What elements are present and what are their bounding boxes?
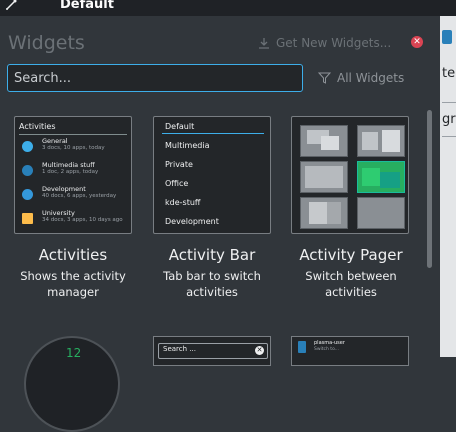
widget-card-activities[interactable]: Activities General 3 docs, 10 apps, toda…	[14, 116, 132, 234]
tab-item: Private	[165, 160, 193, 169]
tab-item: Default	[165, 122, 195, 131]
folder-icon	[22, 213, 33, 224]
widget-card-activity-bar[interactable]: Default Multimedia Private Office kde-st…	[153, 116, 271, 234]
search-field[interactable]	[7, 64, 303, 92]
pager-desktop	[357, 125, 405, 157]
divider	[442, 102, 456, 103]
pager-desktop-active	[357, 161, 405, 193]
list-item: General 3 docs, 10 apps, today	[20, 137, 130, 155]
widget-description: Tab bar to switch activities	[163, 269, 261, 299]
close-icon[interactable]: ✕	[411, 36, 423, 48]
clear-icon: ✕	[255, 346, 264, 355]
notification-title: plasma-user	[314, 340, 345, 346]
edit-mode-icon[interactable]	[4, 0, 18, 12]
filter-label: All Widgets	[337, 71, 405, 85]
scrollbar[interactable]	[427, 110, 432, 268]
notification-subtitle: Switch to...	[314, 347, 340, 352]
activity-name: Development	[42, 185, 86, 193]
download-icon	[259, 38, 269, 49]
get-new-widgets-button[interactable]: Get New Widgets...	[258, 35, 391, 51]
widget-name: Activity Bar	[168, 246, 256, 264]
app-icon	[442, 30, 452, 44]
clock-numeral: 12	[66, 346, 82, 360]
activity-name: General	[42, 137, 68, 145]
list-item: University 34 docs, 3 apps, 10 days ago	[20, 209, 130, 227]
tab-item: kde-stuff	[165, 198, 201, 207]
background-text: gr	[442, 112, 456, 127]
list-item: Development 40 docs, 6 apps, yesterday	[20, 185, 130, 203]
list-item: Multimedia stuff 1 doc, 2 apps, today	[20, 161, 130, 179]
filter-icon	[318, 72, 331, 84]
pager-desktop	[300, 197, 348, 229]
active-tab-indicator	[162, 133, 264, 134]
window-titlebar: Default	[0, 0, 456, 16]
user-icon	[298, 341, 306, 353]
activity-name: Multimedia stuff	[42, 161, 95, 169]
widget-description: Shows the activity manager	[20, 269, 126, 299]
widget-card-analog-clock[interactable]: 12	[24, 336, 120, 432]
pager-desktop	[300, 161, 348, 193]
background-text: te	[442, 66, 456, 81]
widget-description: Switch between activities	[305, 269, 397, 299]
pager-desktop	[300, 125, 348, 157]
widget-name: Activities	[38, 246, 108, 264]
tab-item: Development	[165, 217, 219, 226]
activity-desc: 40 docs, 6 apps, yesterday	[42, 193, 117, 199]
development-icon	[22, 189, 33, 200]
widget-card-user-switcher[interactable]: plasma-user Switch to...	[291, 336, 409, 366]
divider	[442, 136, 456, 137]
search-preview-text: Search ...	[163, 345, 196, 353]
activity-desc: 34 docs, 3 apps, 10 days ago	[42, 217, 123, 223]
widget-name: Activity Pager	[299, 246, 403, 264]
widget-card-search[interactable]: Search ... ✕	[153, 336, 271, 366]
activity-title: Default	[60, 0, 114, 12]
activity-desc: 3 docs, 10 apps, today	[42, 145, 105, 151]
widget-card-activity-pager[interactable]	[291, 116, 409, 234]
activity-desc: 1 doc, 2 apps, today	[42, 169, 99, 175]
preview-header: Activities	[19, 122, 56, 131]
panel-title: Widgets	[8, 32, 85, 54]
filter-dropdown[interactable]: All Widgets	[318, 71, 404, 85]
search-input[interactable]	[8, 65, 302, 91]
background-window: te gr	[440, 16, 456, 357]
globe-icon	[22, 141, 33, 152]
tab-item: Multimedia	[165, 141, 210, 150]
media-icon	[22, 165, 33, 176]
divider	[19, 134, 127, 135]
pager-desktop	[357, 197, 405, 229]
activity-name: University	[42, 209, 75, 217]
get-new-widgets-label: Get New Widgets...	[276, 36, 392, 50]
tab-item: Office	[165, 179, 189, 188]
